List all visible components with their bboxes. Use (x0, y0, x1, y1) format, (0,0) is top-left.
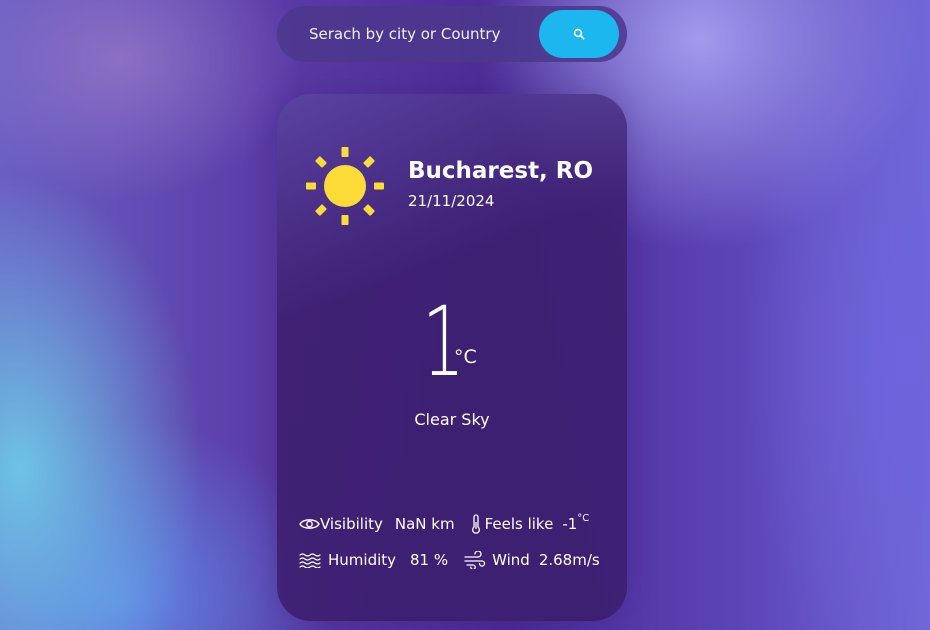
stats-row-visibility-feels: Visibility NaN km Feels like -1 °C (299, 513, 589, 535)
wind-label: Wind (492, 551, 530, 569)
search-icon (573, 28, 585, 40)
weather-description: Clear Sky (414, 410, 490, 429)
feels-like-value: -1 (562, 515, 578, 533)
humidity-label: Humidity (328, 551, 397, 569)
feels-like-unit: °C (577, 512, 590, 524)
humidity-waves-icon (299, 552, 321, 568)
temperature-display: 1 °C (277, 294, 627, 406)
eye-icon (299, 517, 320, 531)
wind-value: 2.68m/s (538, 551, 600, 569)
humidity-value: 81 % (410, 551, 449, 569)
stats-row-humidity-wind: Humidity 81 % Wind 2.68m/s (299, 549, 600, 571)
thermometer-icon (471, 514, 481, 534)
visibility-label: Visibility (320, 515, 383, 533)
weather-card: Bucharest, RO 21/11/2024 1 °C Clear Sky … (277, 94, 627, 621)
sun-icon (305, 146, 385, 226)
wind-icon (464, 551, 486, 569)
location-title: Bucharest, RO (408, 158, 594, 184)
visibility-value: NaN km (394, 515, 455, 533)
temperature-value: 1 (422, 286, 465, 398)
search-button[interactable] (539, 10, 619, 58)
search-input[interactable] (295, 15, 535, 53)
date-text: 21/11/2024 (408, 192, 495, 210)
feels-like-label: Feels like (484, 515, 554, 533)
temperature-unit: °C (454, 346, 477, 368)
search-bar (277, 6, 627, 62)
